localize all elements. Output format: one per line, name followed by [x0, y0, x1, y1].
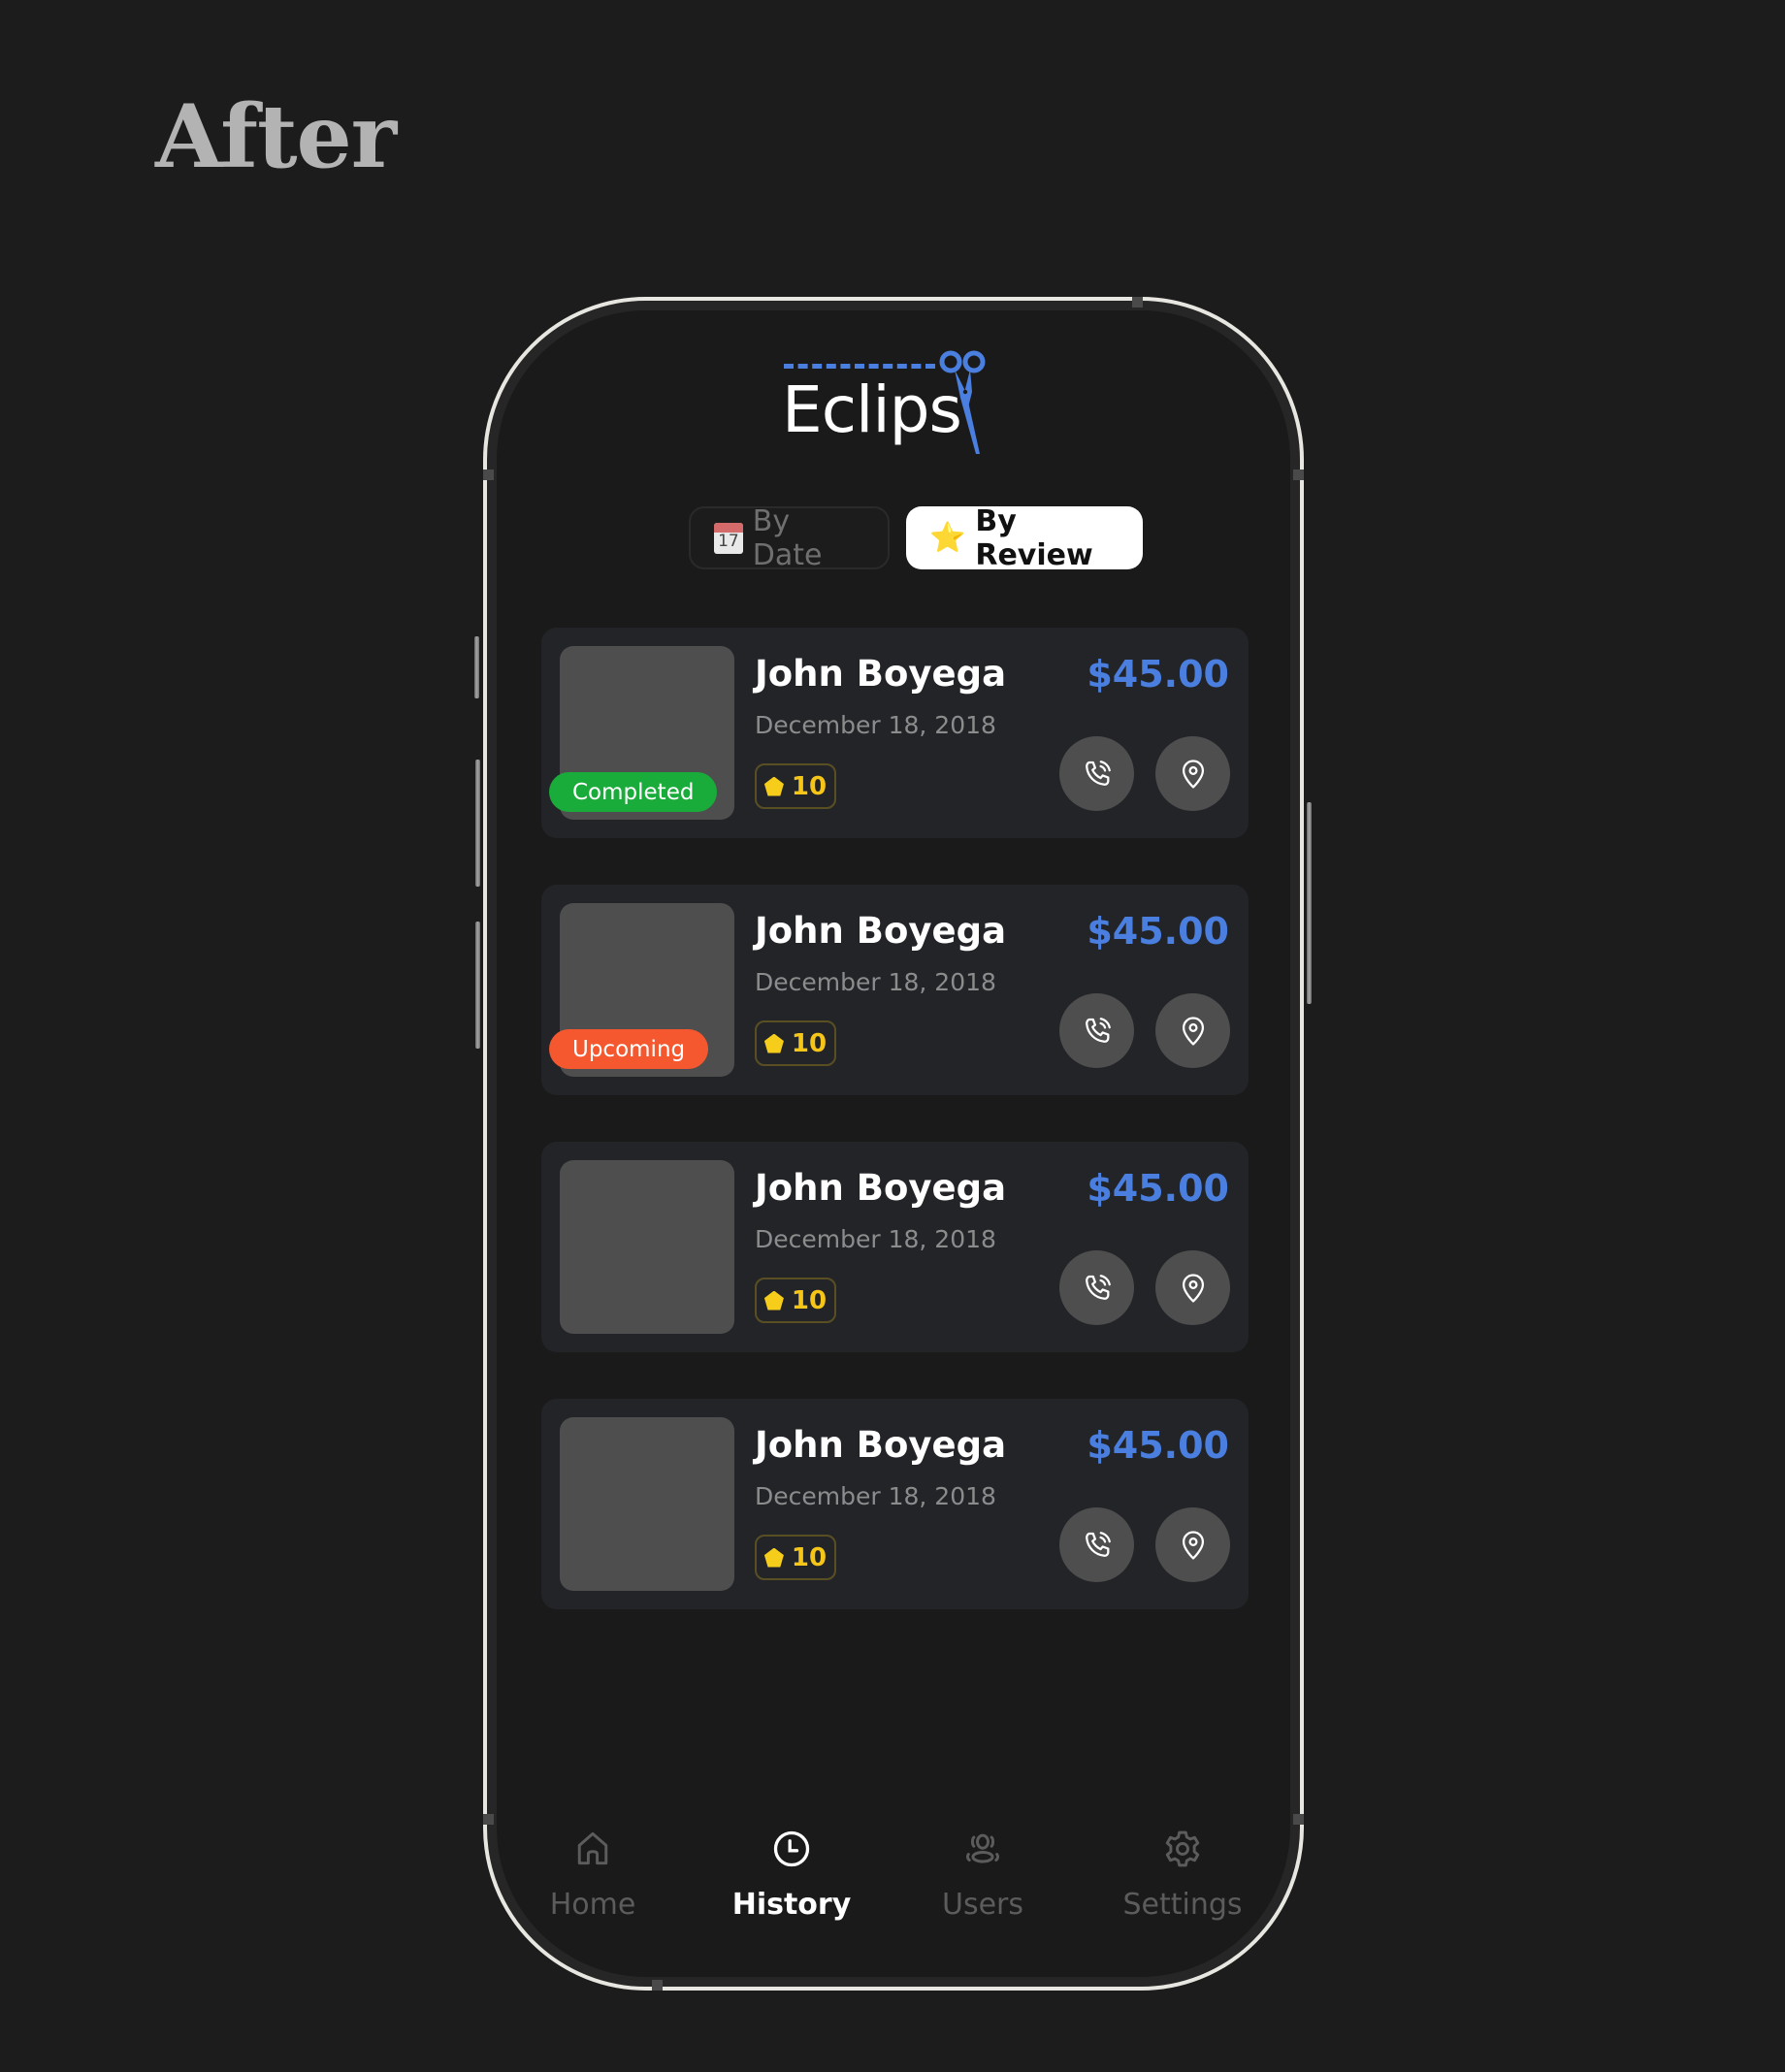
map-pin-icon [1182, 1273, 1204, 1303]
frame-antenna-band [483, 469, 494, 480]
appointment-card[interactable]: John Boyega December 18, 2018 10 $45.00 [541, 1399, 1249, 1609]
call-button[interactable] [1059, 993, 1134, 1068]
home-icon [577, 1831, 608, 1865]
appointment-date: December 18, 2018 [755, 1482, 996, 1510]
status-badge: Completed [549, 772, 718, 812]
client-name: John Boyega [755, 910, 1007, 952]
appointment-date: December 18, 2018 [755, 711, 996, 739]
tab-by-review[interactable]: ⭐ By Review [906, 503, 1143, 572]
appointment-date: December 18, 2018 [755, 1225, 996, 1253]
phone-action-button [474, 636, 479, 698]
scissors-icon [939, 350, 986, 454]
appointment-card[interactable]: John Boyega December 18, 2018 10 $45.00 [541, 1142, 1249, 1352]
rating-value: 10 [791, 1028, 828, 1058]
app-logo: Eclips [782, 349, 1005, 456]
filter-tabs: 17 By Date ⭐ By Review [689, 503, 1143, 572]
appointment-card[interactable]: Upcoming John Boyega December 18, 2018 1… [541, 885, 1249, 1095]
client-name: John Boyega [755, 653, 1007, 695]
rating-badge: 10 [755, 1535, 836, 1580]
frame-antenna-band [483, 1814, 494, 1825]
phone-call-icon [1085, 1274, 1111, 1300]
nav-item-history[interactable]: History [714, 1828, 869, 1922]
nav-label: Home [549, 1888, 636, 1922]
appointment-price: $45.00 [1087, 910, 1229, 953]
logo-dashed-line [784, 364, 935, 369]
phone-call-icon [1085, 760, 1111, 786]
pentagon-icon [763, 776, 784, 796]
rating-value: 10 [791, 1285, 828, 1315]
location-button[interactable] [1155, 1250, 1230, 1325]
location-button[interactable] [1155, 1507, 1230, 1582]
clock-icon [773, 1830, 810, 1867]
frame-antenna-band [652, 1980, 663, 1991]
pentagon-icon [763, 1547, 784, 1568]
rating-value: 10 [791, 1542, 828, 1572]
appointment-price: $45.00 [1087, 1424, 1229, 1467]
map-pin-icon [1182, 759, 1204, 789]
map-pin-icon [1182, 1016, 1204, 1046]
frame-antenna-band [1293, 469, 1304, 480]
star-icon: ⭐ [929, 520, 966, 555]
appointment-price: $45.00 [1087, 653, 1229, 696]
nav-label: Settings [1122, 1888, 1243, 1922]
page-title: After [155, 85, 397, 188]
nav-item-settings[interactable]: Settings [1105, 1828, 1260, 1922]
calendar-icon: 17 [714, 522, 743, 554]
appointment-price: $45.00 [1087, 1167, 1229, 1210]
rating-badge: 10 [755, 1020, 836, 1066]
rating-badge: 10 [755, 1278, 836, 1323]
logo-text: Eclips [782, 372, 962, 447]
app-screen: Eclips 17 By Date ⭐ By Review Completed … [501, 314, 1286, 1973]
phone-call-icon [1085, 1017, 1111, 1043]
frame-antenna-band [1293, 1814, 1304, 1825]
map-pin-icon [1182, 1530, 1204, 1560]
call-button[interactable] [1059, 1250, 1134, 1325]
users-icon [965, 1833, 1000, 1863]
nav-label: History [731, 1888, 852, 1922]
gear-icon [1165, 1830, 1200, 1867]
pentagon-icon [763, 1290, 784, 1311]
phone-call-icon [1085, 1531, 1111, 1557]
phone-volume-down-button [475, 922, 480, 1049]
nav-label: Users [941, 1888, 1023, 1922]
appointment-date: December 18, 2018 [755, 968, 996, 996]
call-button[interactable] [1059, 1507, 1134, 1582]
tab-label: By Review [975, 503, 1093, 572]
phone-frame: Eclips 17 By Date ⭐ By Review Completed … [483, 297, 1304, 1991]
barber-photo-placeholder [560, 1417, 734, 1591]
client-name: John Boyega [755, 1424, 1007, 1466]
call-button[interactable] [1059, 736, 1134, 811]
phone-power-button [1307, 802, 1312, 1004]
status-badge: Upcoming [549, 1029, 709, 1069]
pentagon-icon [763, 1033, 784, 1053]
nav-item-users[interactable]: Users [905, 1828, 1060, 1922]
phone-volume-up-button [475, 760, 480, 887]
location-button[interactable] [1155, 736, 1230, 811]
bottom-navigation: Home History Users Settings [501, 1828, 1286, 1963]
appointment-card[interactable]: Completed John Boyega December 18, 2018 … [541, 628, 1249, 838]
rating-badge: 10 [755, 763, 836, 809]
location-button[interactable] [1155, 993, 1230, 1068]
nav-item-home[interactable]: Home [515, 1828, 670, 1922]
tab-by-date[interactable]: 17 By Date [689, 503, 890, 572]
barber-photo-placeholder [560, 1160, 734, 1334]
tab-label: By Date [752, 503, 823, 572]
rating-value: 10 [791, 771, 828, 801]
frame-antenna-band [1132, 297, 1143, 308]
client-name: John Boyega [755, 1167, 1007, 1209]
